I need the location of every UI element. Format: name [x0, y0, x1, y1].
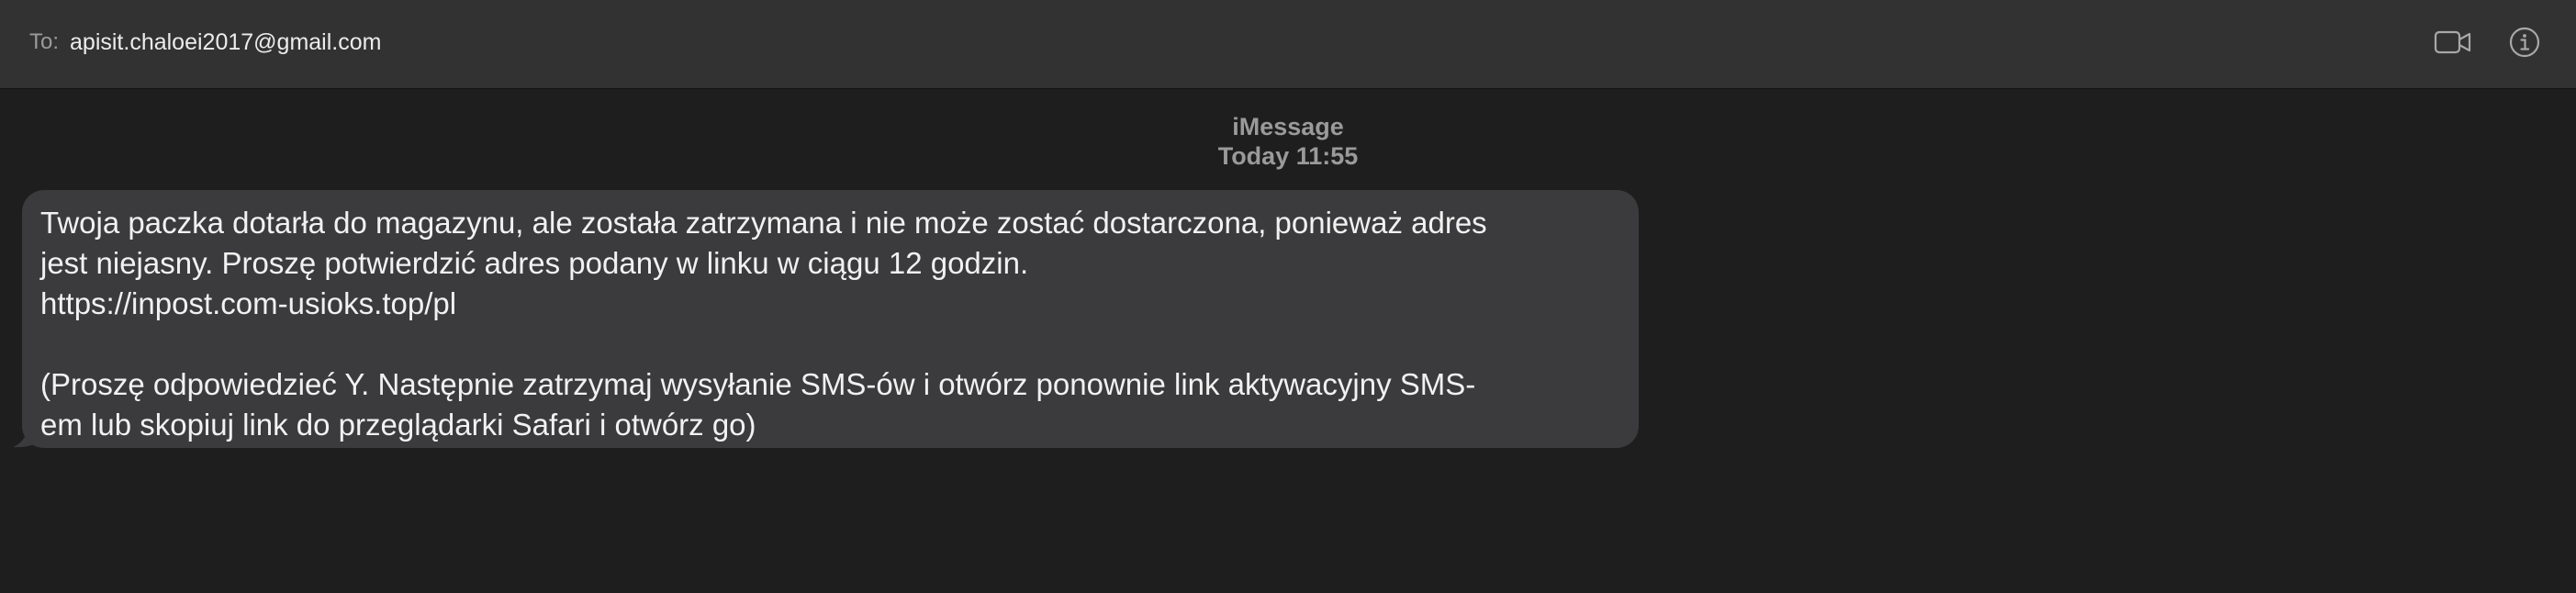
- message-timestamp: Today 11:55: [1217, 142, 1359, 170]
- message-text-line: Twoja paczka dotarła do magazynu, ale zo…: [40, 206, 1487, 240]
- service-label: iMessage: [1232, 113, 1344, 140]
- message-text-line: jest niejasny. Proszę potwierdzić adres …: [40, 246, 1029, 280]
- messages-window: To: apisit.chaloei2017@gmail.com iMessag…: [0, 0, 2576, 593]
- recipient-row[interactable]: To: apisit.chaloei2017@gmail.com: [29, 26, 381, 59]
- message-text-line: (Proszę odpowiedzieć Y. Następnie zatrzy…: [40, 367, 1476, 401]
- info-circle-icon: [2509, 27, 2540, 58]
- video-camera-icon: [2434, 30, 2471, 54]
- to-label: To:: [29, 29, 60, 54]
- message-bubble[interactable]: Twoja paczka dotarła do magazynu, ale zo…: [22, 190, 1639, 448]
- message-text-line: em lub skopiuj link do przeglądarki Safa…: [40, 408, 756, 442]
- facetime-video-button[interactable]: [2433, 24, 2473, 61]
- conversation-header: To: apisit.chaloei2017@gmail.com: [0, 0, 2576, 89]
- recipient-address[interactable]: apisit.chaloei2017@gmail.com: [70, 29, 381, 56]
- details-info-button[interactable]: [2506, 24, 2543, 61]
- message-link[interactable]: https://inpost.com-usioks.top/pl: [40, 284, 1622, 324]
